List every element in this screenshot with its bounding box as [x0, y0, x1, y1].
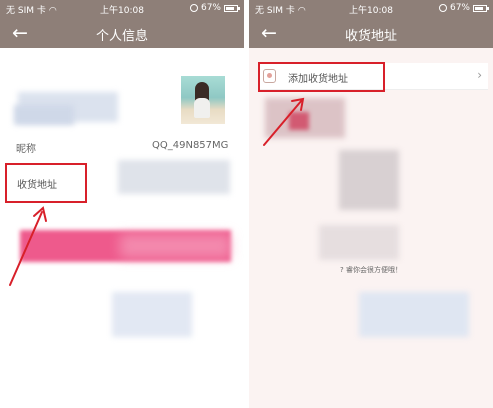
address-label[interactable]: 收货地址 [17, 176, 57, 191]
blurred-footer-block [112, 292, 192, 337]
blurred-pink-button-light [120, 234, 231, 258]
page-title: 个人信息 [95, 29, 148, 44]
battery-percent: 67% [200, 3, 221, 13]
blurred-illustration-low [319, 225, 399, 260]
add-address-highlight-box [258, 62, 385, 92]
personal-info-screen: 无 SIM 卡 ◠ 上午10:08 67% ← 个人信息 昵称 QQ_49N857… [0, 0, 244, 408]
blurred-illustration-mid [339, 150, 399, 210]
nickname-label: 昵称 [16, 144, 36, 155]
status-bar: 无 SIM 卡 ◠ 上午10:08 67% [249, 0, 493, 18]
blurred-address-block [118, 160, 230, 194]
blurred-name-block-2 [14, 105, 74, 125]
hint-text-fragment: ? 睿你会很方便哦！ [340, 266, 402, 274]
blurred-footer-block [359, 292, 469, 337]
rotation-lock-icon [438, 4, 447, 12]
blurred-illustration-accent [289, 112, 309, 130]
nav-bar: ← 个人信息 [0, 18, 244, 48]
battery-icon [473, 4, 489, 12]
status-bar: 无 SIM 卡 ◠ 上午10:08 67% [0, 0, 244, 18]
battery-status: 67% [189, 3, 240, 13]
avatar-dress [194, 98, 210, 118]
chevron-right-icon: › [477, 68, 482, 82]
avatar[interactable] [181, 76, 225, 124]
rotation-lock-icon [189, 4, 198, 12]
battery-percent: 67% [449, 3, 470, 13]
nickname-value: QQ_49N857MG [152, 140, 229, 151]
shipping-address-screen: 无 SIM 卡 ◠ 上午10:08 67% ← 收货地址 添加收货地址 › [249, 0, 493, 408]
page-title: 收货地址 [344, 29, 397, 44]
battery-icon [224, 4, 240, 12]
nav-bar: ← 收货地址 [249, 18, 493, 48]
battery-status: 67% [438, 3, 489, 13]
